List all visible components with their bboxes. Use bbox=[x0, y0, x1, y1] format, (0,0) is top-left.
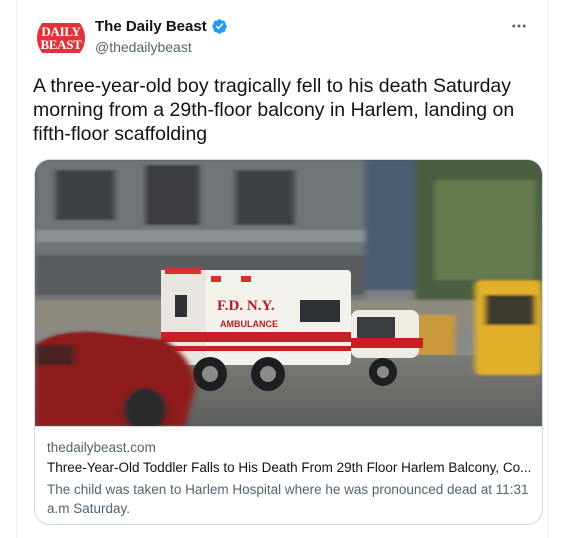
verified-badge-icon bbox=[211, 19, 227, 34]
link-domain: thedailybeast.com bbox=[47, 440, 156, 455]
author-name[interactable]: The Daily Beast bbox=[95, 18, 207, 35]
ambulance-label-text: AMBULANCE bbox=[220, 319, 278, 329]
link-preview-card[interactable]: F.D. N.Y. AMBULANCE thedailybeast.com Th… bbox=[34, 159, 543, 525]
avatar[interactable]: DAILY BEAST bbox=[37, 14, 85, 62]
tweet-card: DAILY BEAST The Daily Beast @thedailybea… bbox=[16, 0, 548, 538]
ambulance-photo: F.D. N.Y. AMBULANCE bbox=[35, 160, 542, 426]
author-handle[interactable]: @thedailybeast bbox=[95, 39, 192, 55]
ambulance-fdny-text: F.D. N.Y. bbox=[217, 298, 275, 314]
more-horizontal-icon[interactable] bbox=[507, 14, 531, 38]
more-dots-icon bbox=[512, 24, 526, 28]
author-row: The Daily Beast bbox=[95, 18, 228, 35]
link-preview-image: F.D. N.Y. AMBULANCE bbox=[35, 160, 542, 426]
link-title[interactable]: Three-Year-Old Toddler Falls to His Deat… bbox=[47, 460, 533, 475]
tweet-text: A three-year-old boy tragically fell to … bbox=[33, 75, 515, 145]
daily-beast-logo: DAILY BEAST bbox=[37, 23, 85, 53]
link-description: The child was taken to Harlem Hospital w… bbox=[47, 482, 529, 516]
link-preview-body: thedailybeast.com Three-Year-Old Toddler… bbox=[35, 426, 542, 524]
logo-line-2: BEAST bbox=[40, 37, 82, 52]
